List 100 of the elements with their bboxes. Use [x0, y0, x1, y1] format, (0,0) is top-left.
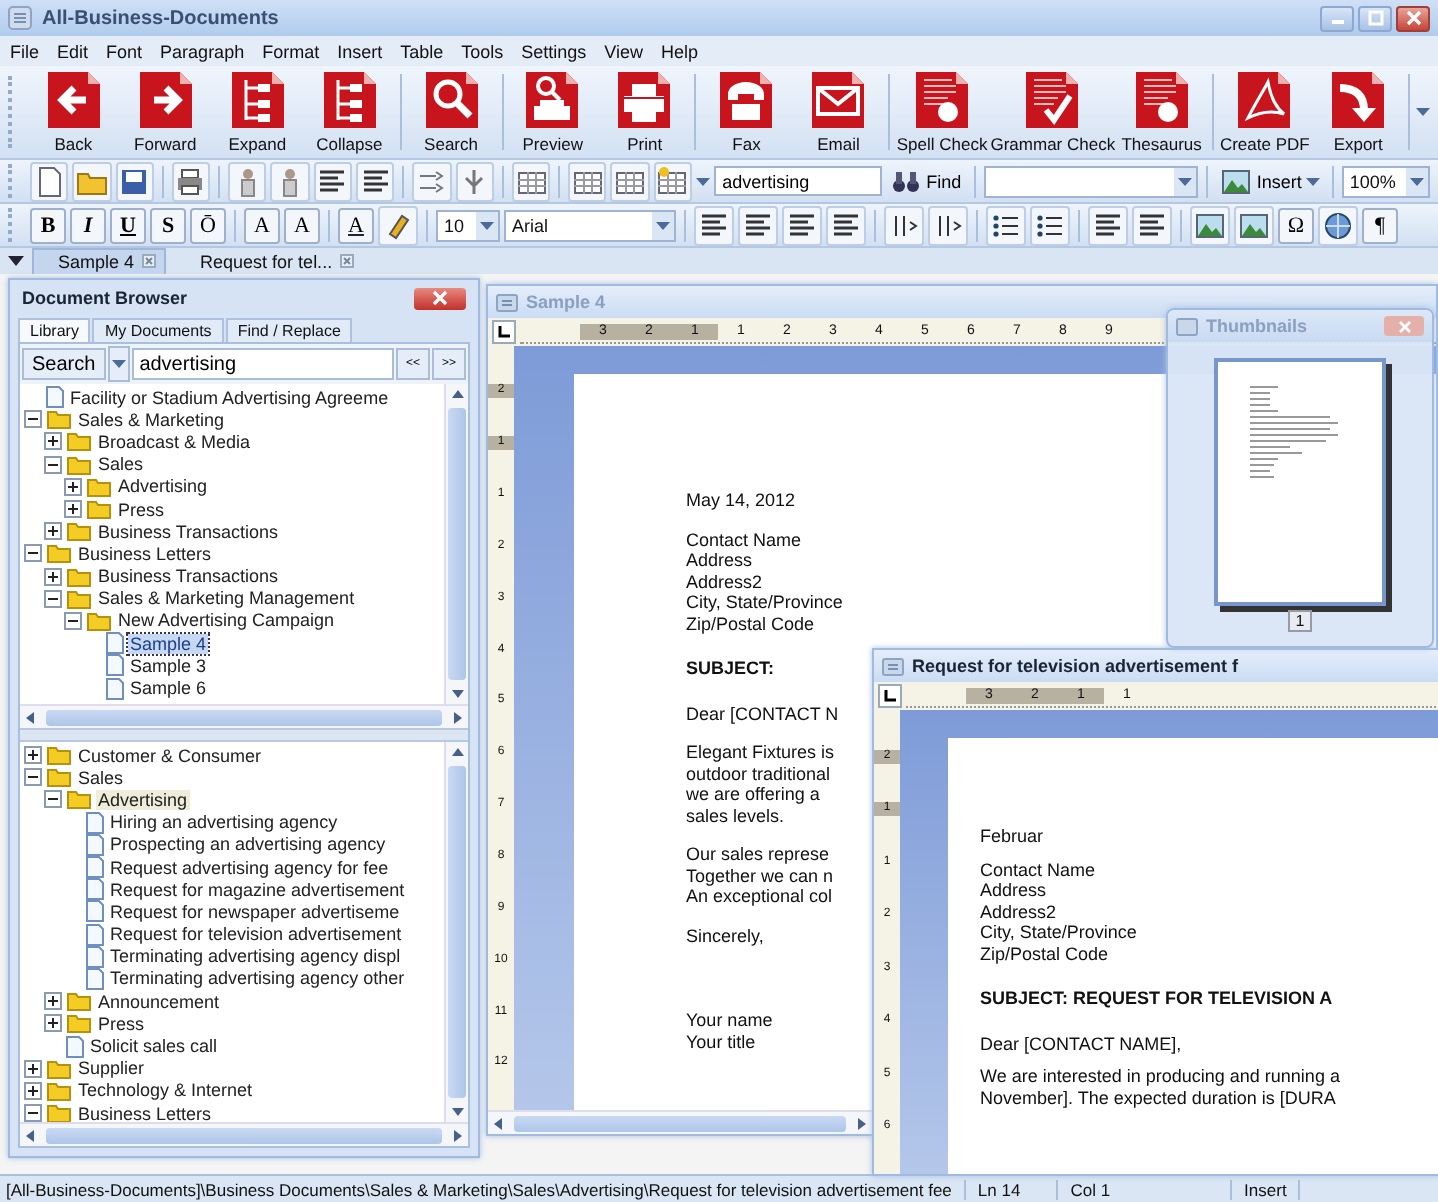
tree-item[interactable]: Sales [96, 454, 146, 475]
plus-icon[interactable] [64, 477, 82, 496]
tab-stop-icon[interactable] [878, 684, 902, 708]
minus-icon[interactable] [24, 768, 42, 787]
minus-icon[interactable] [64, 611, 82, 630]
minus-icon[interactable] [44, 589, 62, 608]
tree-item[interactable]: Solicit sales call [88, 1036, 220, 1057]
plus-icon[interactable] [24, 1081, 42, 1100]
document-page[interactable] [948, 738, 1438, 1174]
tree-item[interactable]: Request for magazine advertisement [108, 879, 407, 900]
symbol-button[interactable]: Ω [1278, 207, 1314, 243]
horizontal-scrollbar[interactable] [20, 704, 468, 728]
horizontal-scrollbar[interactable] [20, 1122, 468, 1146]
tree-item[interactable]: Business Letters [76, 1103, 214, 1122]
tree-item[interactable]: Terminating advertising agency displ [108, 946, 403, 967]
plus-icon[interactable] [24, 1059, 42, 1078]
arrows-icon[interactable] [412, 161, 452, 201]
tree-item[interactable]: Sample 4 [128, 633, 209, 654]
font-dropdown[interactable]: Arial [504, 209, 676, 241]
collapse-button[interactable]: Collapse [305, 70, 394, 154]
find-button[interactable]: Find [886, 165, 966, 197]
search-options-button[interactable] [107, 346, 130, 382]
tree-item[interactable]: Technology & Internet [76, 1080, 255, 1101]
menu-item[interactable]: Paragraph [160, 41, 245, 61]
tree-item[interactable]: New Advertising Campaign [116, 610, 337, 631]
printer-icon[interactable] [171, 161, 211, 201]
plus-icon[interactable] [64, 500, 82, 519]
format-button[interactable]: A [284, 207, 320, 243]
search-field[interactable]: advertising [131, 348, 394, 380]
tree-item[interactable]: Facility or Stadium Advertising Agreeme [68, 387, 391, 408]
insert-button[interactable]: Insert [1216, 165, 1324, 197]
tree-item[interactable]: Press [116, 499, 167, 520]
plus-icon[interactable] [44, 522, 62, 541]
format-button[interactable]: I [70, 207, 106, 243]
plus-icon[interactable] [44, 432, 62, 451]
plus-icon[interactable] [44, 1014, 62, 1033]
tree-item[interactable]: Press [96, 1013, 147, 1034]
new-page-icon[interactable] [29, 161, 69, 201]
table-icon[interactable] [568, 161, 607, 201]
format-button[interactable]: Ō [190, 207, 226, 243]
bullet-list-icon[interactable] [986, 205, 1026, 245]
tree-item[interactable]: Broadcast & Media [96, 431, 253, 452]
vertical-scrollbar[interactable] [444, 742, 468, 1122]
tree-item[interactable]: Advertising [116, 476, 210, 497]
expand-button[interactable]: Expand [213, 70, 302, 154]
pilcrow-button[interactable]: ¶ [1362, 207, 1398, 243]
globe-icon[interactable] [1318, 205, 1358, 245]
tree-item[interactable]: Customer & Consumer [76, 745, 264, 766]
table-icon[interactable] [511, 161, 551, 201]
preview-button[interactable]: Preview [508, 70, 597, 154]
spell-button[interactable]: Spell Check [896, 70, 988, 154]
tree-item[interactable]: Hiring an advertising agency [108, 812, 340, 833]
highlighter-icon[interactable] [378, 205, 418, 245]
menu-item[interactable]: Format [262, 41, 320, 61]
menu-item[interactable]: Font [106, 41, 143, 61]
minus-icon[interactable] [24, 1104, 42, 1122]
window-menu-icon[interactable] [882, 657, 904, 675]
tree-item[interactable]: Request advertising agency for fee [108, 857, 391, 878]
tree-item[interactable]: Supplier [76, 1058, 147, 1079]
minus-icon[interactable] [24, 410, 42, 429]
picture-icon[interactable] [1190, 205, 1230, 245]
tree-item[interactable]: Business Transactions [96, 566, 281, 587]
tab[interactable]: My Documents [92, 318, 224, 342]
tree-item[interactable]: Sales & Marketing Management [96, 588, 357, 609]
tree-item[interactable]: Request for television advertisement [108, 924, 404, 945]
tree-item[interactable]: Business Letters [76, 543, 214, 564]
plus-icon[interactable] [44, 992, 62, 1011]
menu-item[interactable]: View [604, 41, 644, 61]
picture-icon[interactable] [1234, 205, 1274, 245]
folder-icon[interactable] [72, 161, 112, 201]
align-center-icon[interactable] [738, 205, 778, 245]
menu-item[interactable]: Table [400, 41, 444, 61]
tab-stop-icon[interactable] [492, 320, 516, 344]
fork-icon[interactable] [455, 161, 494, 201]
document-tab[interactable]: Request for tel... [174, 247, 365, 275]
tree-item[interactable]: Advertising [96, 789, 190, 810]
minus-icon[interactable] [24, 544, 42, 563]
format-button[interactable]: A [244, 207, 280, 243]
plus-icon[interactable] [24, 746, 42, 765]
menu-item[interactable]: Settings [521, 41, 587, 61]
format-button[interactable]: B [30, 207, 66, 243]
align-left-icon[interactable] [694, 205, 734, 245]
tree-item[interactable]: Request for newspaper advertiseme [108, 901, 402, 922]
email-button[interactable]: Email [794, 70, 883, 154]
page-number[interactable]: 1 [1287, 610, 1313, 632]
minus-icon[interactable] [44, 455, 62, 474]
tree-item[interactable]: Sample 3 [128, 655, 209, 676]
justify-icon[interactable] [826, 205, 866, 245]
back-button[interactable]: Back [29, 70, 118, 154]
close-button[interactable] [1396, 5, 1430, 31]
grammar-button[interactable]: Grammar Check [992, 70, 1114, 154]
fax-button[interactable]: Fax [702, 70, 791, 154]
font-color-button[interactable]: A [338, 207, 374, 243]
close-icon[interactable] [340, 254, 355, 268]
tree-item[interactable]: Announcement [96, 991, 222, 1012]
page-thumbnail[interactable] [1214, 358, 1386, 606]
dropdown-arrow-icon[interactable] [8, 256, 24, 266]
horizontal-scrollbar[interactable] [488, 1110, 872, 1134]
tree-item[interactable]: Sales [76, 767, 126, 788]
search-button[interactable]: Search [22, 348, 106, 380]
